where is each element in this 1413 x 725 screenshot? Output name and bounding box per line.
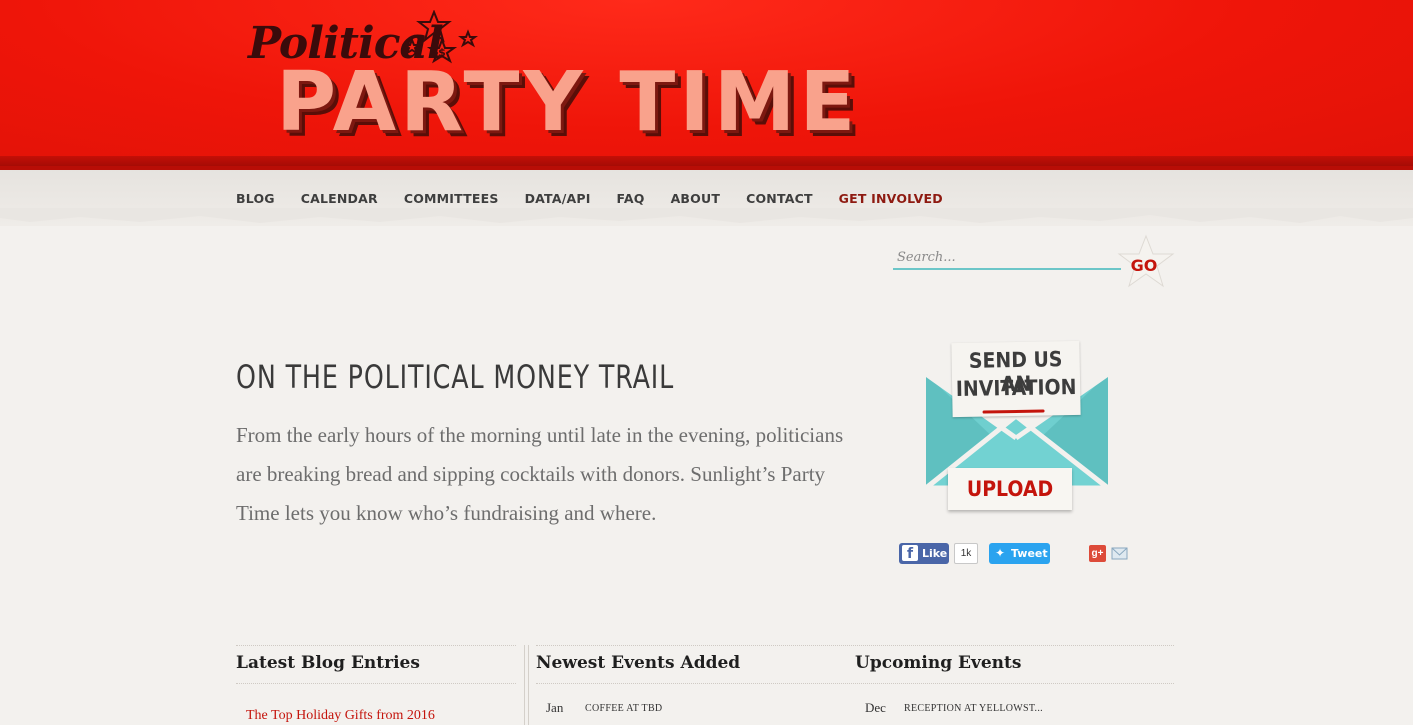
event-link[interactable]: COFFEE AT TBD bbox=[585, 703, 662, 714]
twitter-bird-icon: ✦ bbox=[995, 546, 1006, 560]
facebook-like-count: 1k bbox=[954, 543, 978, 564]
hero-description: From the early hours of the morning unti… bbox=[236, 423, 844, 525]
invitation-underline bbox=[982, 409, 1045, 414]
newest-events-heading: Newest Events Added bbox=[536, 653, 741, 673]
nav-blog[interactable]: BLOG bbox=[236, 191, 275, 206]
section-divider bbox=[536, 683, 1174, 685]
invitation-line2: INVITATION bbox=[955, 374, 1077, 402]
google-plus-icon[interactable]: g+ bbox=[1089, 545, 1106, 562]
nav-calendar[interactable]: CALENDAR bbox=[301, 191, 378, 206]
tweet-label: Tweet bbox=[1011, 547, 1048, 560]
go-label: GO bbox=[1130, 256, 1158, 275]
site-header: Political $ PARTY TIME bbox=[0, 0, 1413, 170]
tweet-button[interactable]: ✦ Tweet bbox=[989, 543, 1050, 564]
nav-committees[interactable]: COMMITTEES bbox=[404, 191, 499, 206]
section-divider bbox=[236, 683, 516, 685]
upload-button[interactable]: UPLOAD bbox=[948, 468, 1072, 510]
event-month: Dec bbox=[865, 700, 886, 715]
nav-faq[interactable]: FAQ bbox=[617, 191, 645, 206]
facebook-icon: f bbox=[902, 545, 918, 562]
blog-entry-link[interactable]: The Top Holiday Gifts from 2016 bbox=[246, 708, 435, 724]
page-title: ON THE POLITICAL MONEY TRAIL bbox=[236, 358, 675, 396]
upcoming-events-heading: Upcoming Events bbox=[855, 653, 1022, 673]
logo-party-time-text: PARTY TIME bbox=[276, 55, 860, 150]
section-divider bbox=[236, 645, 516, 647]
facebook-like-button[interactable]: f Like bbox=[899, 543, 949, 564]
nav-about[interactable]: ABOUT bbox=[671, 191, 721, 206]
event-month: Jan bbox=[546, 700, 564, 715]
latest-blog-heading: Latest Blog Entries bbox=[236, 653, 420, 673]
invitation-card: SEND US AN INVITATION bbox=[951, 340, 1081, 418]
site-logo[interactable]: Political $ PARTY TIME bbox=[246, 10, 906, 150]
facebook-like-label: Like bbox=[922, 547, 948, 560]
nav-data-api[interactable]: DATA/API bbox=[525, 191, 591, 206]
send-invitation-widget[interactable]: SEND US AN INVITATION UPLOAD bbox=[918, 338, 1114, 518]
column-separator bbox=[524, 645, 529, 725]
event-link[interactable]: RECEPTION AT YELLOWST... bbox=[904, 703, 1043, 714]
torn-paper-edge bbox=[0, 208, 1413, 223]
search-form: GO bbox=[893, 234, 1183, 298]
search-input[interactable] bbox=[893, 246, 1121, 270]
search-go-button[interactable]: GO bbox=[1115, 234, 1177, 294]
nav-contact[interactable]: CONTACT bbox=[746, 191, 813, 206]
section-divider bbox=[536, 645, 1174, 647]
email-share-icon[interactable] bbox=[1111, 545, 1128, 562]
nav-get-involved[interactable]: GET INVOLVED bbox=[839, 191, 943, 206]
